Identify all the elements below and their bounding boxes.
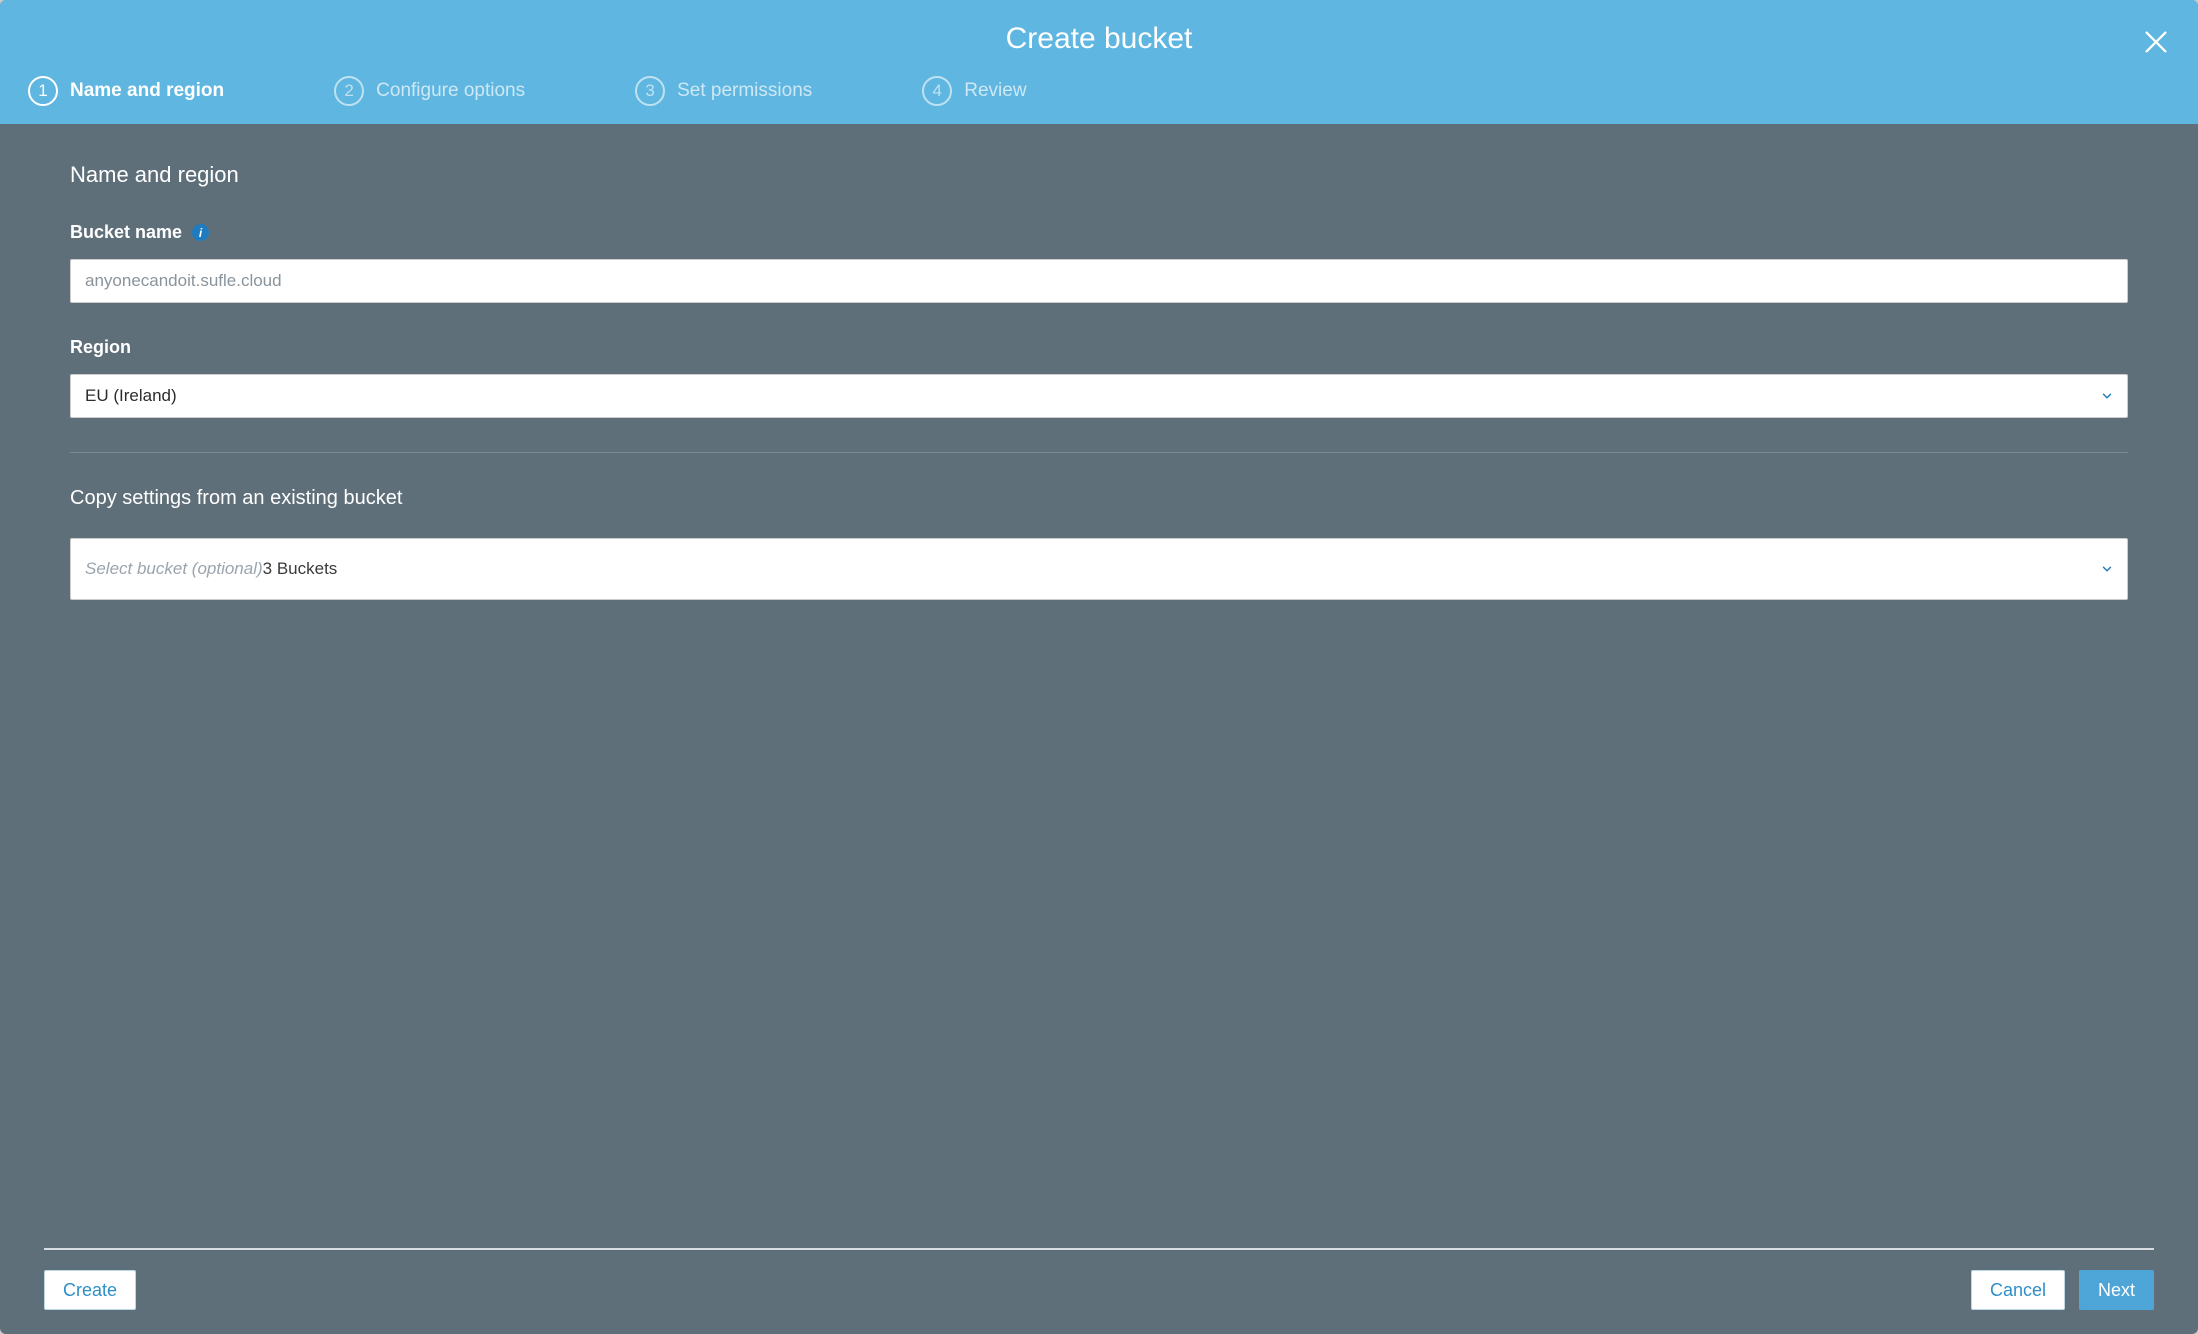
step-label: Configure options	[376, 80, 525, 102]
copy-settings-block: Copy settings from an existing bucket Se…	[70, 487, 2128, 600]
create-button[interactable]: Create	[44, 1270, 136, 1310]
create-bucket-dialog: Create bucket 1 Name and region 2 Config…	[0, 0, 2198, 1334]
dialog-body: Name and region Bucket name i Region EU …	[0, 124, 2198, 1248]
dialog-title: Create bucket	[1006, 22, 1193, 55]
step-label: Name and region	[70, 80, 224, 102]
info-icon[interactable]: i	[192, 224, 209, 241]
region-label: Region	[70, 337, 131, 358]
bucket-name-input[interactable]	[70, 259, 2128, 303]
step-number: 2	[334, 76, 364, 106]
step-number: 4	[922, 76, 952, 106]
step-label: Set permissions	[677, 80, 812, 102]
step-set-permissions[interactable]: 3 Set permissions	[635, 76, 812, 106]
dialog-footer: Create Cancel Next	[44, 1248, 2154, 1334]
dialog-header: Create bucket 1 Name and region 2 Config…	[0, 0, 2198, 124]
step-number: 3	[635, 76, 665, 106]
cancel-button[interactable]: Cancel	[1971, 1270, 2065, 1310]
bucket-name-block: Bucket name i	[70, 222, 2128, 303]
copy-settings-bucket-count: 3 Buckets	[263, 559, 338, 579]
next-button[interactable]: Next	[2079, 1270, 2154, 1310]
copy-settings-label: Copy settings from an existing bucket	[70, 487, 2128, 510]
step-review[interactable]: 4 Review	[922, 76, 1026, 106]
step-number: 1	[28, 76, 58, 106]
region-select[interactable]: EU (Ireland)	[70, 374, 2128, 418]
region-block: Region EU (Ireland)	[70, 337, 2128, 418]
copy-settings-select[interactable]: Select bucket (optional)3 Buckets	[70, 538, 2128, 600]
copy-settings-placeholder: Select bucket (optional)	[85, 559, 263, 579]
bucket-name-label: Bucket name	[70, 222, 182, 243]
close-icon[interactable]	[2142, 28, 2170, 56]
section-title: Name and region	[70, 162, 2128, 188]
step-label: Review	[964, 80, 1026, 102]
region-value: EU (Ireland)	[85, 386, 177, 406]
wizard-steps: 1 Name and region 2 Configure options 3 …	[0, 66, 2198, 124]
divider	[70, 452, 2128, 453]
step-configure-options[interactable]: 2 Configure options	[334, 76, 525, 106]
step-name-and-region[interactable]: 1 Name and region	[28, 76, 224, 106]
